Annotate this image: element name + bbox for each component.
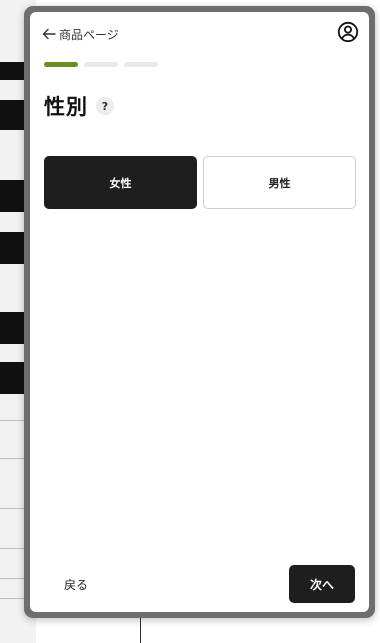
progress-step-active xyxy=(44,62,78,67)
page-title: 性別 xyxy=(44,95,88,119)
option-male-button[interactable]: 男性 xyxy=(203,156,356,209)
arrow-left-icon xyxy=(42,28,56,40)
account-circle-icon[interactable] xyxy=(337,21,359,43)
back-link-label: 商品ページ xyxy=(59,27,119,42)
gender-modal: 商品ページ 性別 ? 女性 男性 戻る 次へ xyxy=(30,12,369,612)
progress-indicator xyxy=(44,62,158,67)
back-to-product-link[interactable]: 商品ページ xyxy=(42,24,119,44)
help-icon[interactable]: ? xyxy=(96,97,114,115)
option-female-button[interactable]: 女性 xyxy=(44,156,197,209)
next-button[interactable]: 次へ xyxy=(289,565,355,603)
progress-step xyxy=(124,62,158,67)
question-header: 性別 ? xyxy=(44,91,114,121)
modal-frame: 商品ページ 性別 ? 女性 男性 戻る 次へ xyxy=(24,6,375,618)
back-button[interactable]: 戻る xyxy=(64,576,88,593)
gender-options: 女性 男性 xyxy=(44,156,356,209)
progress-step xyxy=(84,62,118,67)
